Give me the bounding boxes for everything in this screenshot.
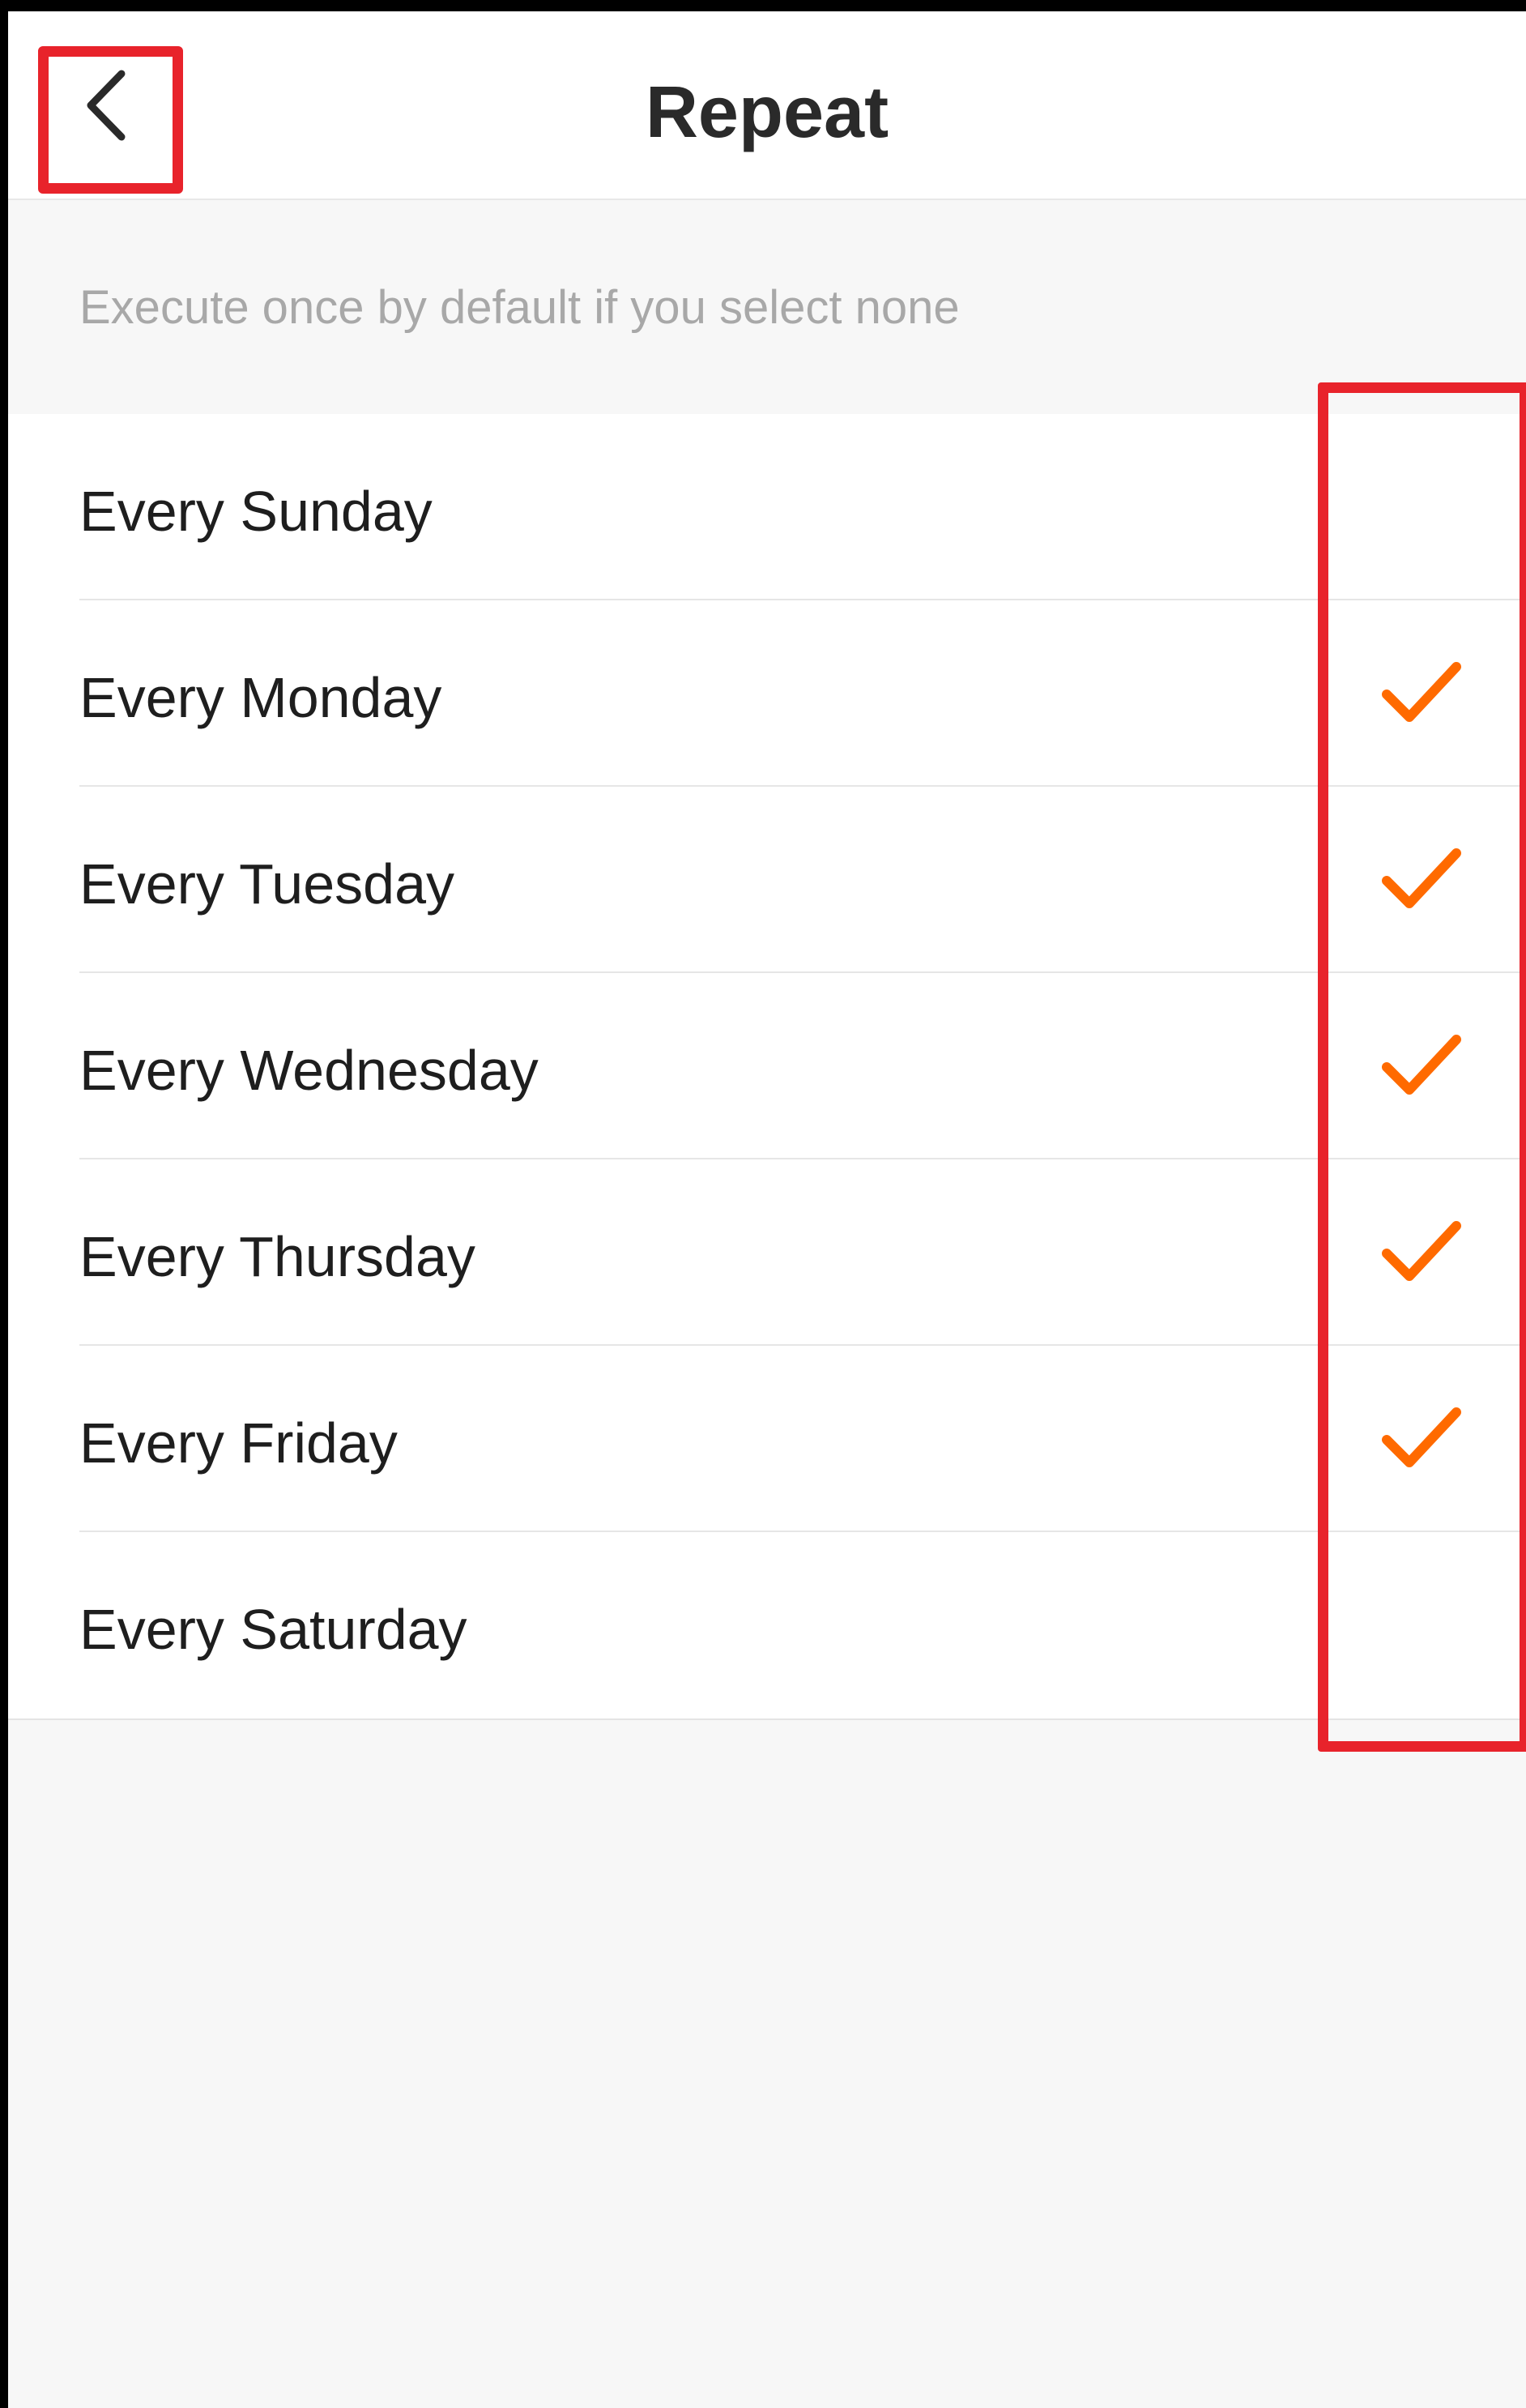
day-list: Every Sunday Every Monday Every Tuesday … (8, 414, 1526, 1720)
day-label: Every Saturday (79, 1598, 467, 1661)
day-row-sunday[interactable]: Every Sunday (8, 414, 1526, 600)
day-label: Every Tuesday (79, 852, 454, 916)
checkmark-icon (1382, 1221, 1461, 1281)
hint-section: Execute once by default if you select no… (8, 200, 1526, 414)
header-bar: Repeat (8, 11, 1526, 200)
day-label: Every Friday (79, 1411, 398, 1475)
day-row-wednesday[interactable]: Every Wednesday (8, 973, 1526, 1159)
checkmark-icon (1382, 1035, 1461, 1095)
day-label: Every Thursday (79, 1225, 475, 1288)
hint-text: Execute once by default if you select no… (79, 281, 960, 334)
day-row-tuesday[interactable]: Every Tuesday (8, 787, 1526, 973)
app-frame: Repeat Execute once by default if you se… (0, 0, 1526, 2408)
checkmark-icon (1382, 1407, 1461, 1467)
day-label: Every Sunday (79, 480, 433, 543)
checkmark-icon (1382, 662, 1461, 722)
day-row-monday[interactable]: Every Monday (8, 600, 1526, 787)
day-row-saturday[interactable]: Every Saturday (8, 1532, 1526, 1718)
page-title: Repeat (645, 72, 889, 153)
day-label: Every Wednesday (79, 1039, 539, 1102)
day-label: Every Monday (79, 666, 442, 729)
day-row-thursday[interactable]: Every Thursday (8, 1159, 1526, 1346)
checkmark-icon (1382, 848, 1461, 908)
day-row-friday[interactable]: Every Friday (8, 1346, 1526, 1532)
